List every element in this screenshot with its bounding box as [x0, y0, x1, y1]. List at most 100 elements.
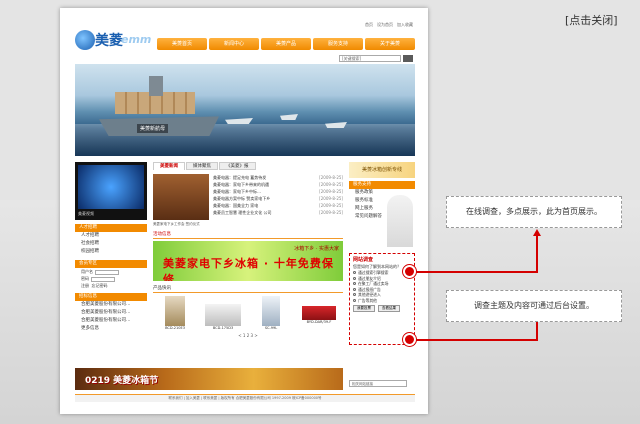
logo[interactable]: 美菱 emm — [75, 26, 155, 56]
login-links: 注册 忘记密码 — [75, 282, 147, 289]
news-row[interactable]: 美菱电器：国美全力 家电 [2009-8-25] — [213, 202, 343, 209]
nav-item-home[interactable]: 美菱首页 — [157, 38, 207, 50]
news-row[interactable]: 美菱电器方案中标 赞卖家电下乡 [2009-8-25] — [213, 195, 343, 202]
tab-paper[interactable]: 《美菱》报 — [219, 162, 256, 170]
top-links: 首页 设为首页 加入收藏 — [365, 22, 413, 28]
product-card[interactable]: SC-99L — [249, 296, 293, 331]
service-agent-image — [387, 195, 413, 247]
ad-text: 美菱家电下乡冰箱 · 十年免费保修 — [163, 257, 334, 281]
nav-item-about[interactable]: 关于美菱 — [365, 38, 415, 50]
list-item[interactable]: 合肥美菱股份有限公司… — [75, 317, 147, 325]
radio-icon — [353, 298, 356, 302]
website: 美菱 emm 首页 设为首页 加入收藏 美菱首页 新闻中心 美菱产品 服务支持 … — [73, 16, 415, 408]
news-row[interactable]: 美菱电器：家电下乡带来的机遇 [2009-8-25] — [213, 181, 343, 188]
radio-icon — [353, 287, 356, 291]
right-column: 美菱冰箱创新专线 服务支持 服务政策 服务标准 网上服务 常见问题解答 网站调查… — [349, 162, 415, 404]
news-row[interactable]: 美菱电器：提足充电 蓄势待发 [2009-8-25] — [213, 174, 343, 181]
arrow-up-icon — [533, 229, 541, 236]
callout-survey-settings: 调查主题及内容可通过后台设置。 — [446, 290, 622, 322]
video-screen — [78, 165, 144, 209]
password-field[interactable] — [91, 276, 115, 282]
bottom-banner[interactable]: 0219 美菱冰箱节 — [75, 368, 343, 390]
section-title-members: 会员专区 — [75, 260, 147, 268]
nav-item-news[interactable]: 新闻中心 — [209, 38, 259, 50]
product-image — [302, 306, 336, 320]
nav-item-products[interactable]: 美菱产品 — [261, 38, 311, 50]
banner-caption: 美菱新航母 — [137, 124, 169, 133]
activity-title: 活动信息 — [153, 231, 343, 239]
survey-buttons: 我要投票 查看结果 — [353, 305, 411, 312]
radio-icon — [353, 293, 356, 296]
news-block: 美菱电器：提足充电 蓄势待发 [2009-8-25] 美菱电器：家电下乡带来的机遇… — [153, 174, 343, 222]
search-button[interactable] — [403, 55, 413, 62]
radio-icon — [353, 271, 356, 274]
connector-line — [536, 236, 538, 273]
survey-title: 网站调查 — [353, 257, 374, 263]
logo-text-en: emm — [121, 33, 152, 46]
logo-text: 美菱 — [95, 33, 123, 49]
related-sites-select[interactable]: 相关网站链接 — [349, 380, 407, 387]
list-item[interactable]: 社会招聘 — [75, 240, 147, 248]
product-card[interactable]: BYD-DAR/39-F — [297, 296, 341, 331]
product-image — [165, 296, 185, 326]
tab-media[interactable]: 媒体聚焦 — [186, 162, 218, 170]
news-row[interactable]: 美菱员工智慧 理性企业文化 公司 [2009-8-25] — [213, 209, 343, 216]
username-label: 用户名 — [81, 269, 93, 274]
close-button[interactable]: [点击关闭] — [565, 12, 618, 28]
tab-news[interactable]: 美菱新闻 — [153, 162, 185, 170]
connector-line — [416, 271, 538, 273]
bottom-banner-text: 0219 美菱冰箱节 — [85, 376, 159, 386]
product-list: BCD-210E3 BCD-175D3 SC-99L BYD-DAR/39-F — [153, 296, 343, 331]
radio-icon — [353, 282, 356, 285]
top-link-bookmark[interactable]: 加入收藏 — [397, 22, 413, 28]
list-item[interactable]: 校园招聘 — [75, 248, 147, 256]
boat-shape — [280, 114, 298, 120]
boat-shape — [225, 118, 253, 124]
service-title: 服务支持 — [349, 181, 415, 189]
news-row[interactable]: 美菱电器：家电下乡中标… [2009-8-25] — [213, 188, 343, 195]
view-results-button[interactable]: 查看结果 — [378, 305, 400, 312]
logo-mark-icon — [75, 30, 95, 50]
fridge-banner[interactable]: 美菱冰箱创新专线 — [349, 162, 415, 178]
top-link-home[interactable]: 首页 — [365, 22, 373, 28]
survey-option[interactable]: 广告等其他 — [353, 298, 411, 304]
news-image-caption: 美菱家电下乡工作会 签约仪式 — [153, 222, 200, 226]
main-nav: 美菱首页 新闻中心 美菱产品 服务支持 关于美菱 — [157, 38, 415, 50]
search-input[interactable]: [关键搜索] — [339, 55, 401, 62]
section-title-jobs: 人才招聘 — [75, 224, 147, 232]
register-link[interactable]: 注册 — [81, 283, 89, 288]
product-card[interactable]: BCD-175D3 — [201, 296, 245, 331]
top-link-set-home[interactable]: 设为首页 — [377, 22, 393, 28]
hero-banner[interactable]: 美菱新航母 — [75, 64, 415, 156]
boat-shape — [325, 122, 347, 128]
connector-line — [416, 339, 538, 341]
login-username-row: 用户名 — [75, 268, 147, 275]
ad-banner[interactable]: 美菱家电下乡冰箱 · 十年免费保修 冰箱下乡 · 实惠大家 — [153, 241, 343, 281]
connector-line — [536, 320, 538, 341]
product-title: 产品快讯 — [153, 285, 343, 293]
video-player[interactable]: 美菱视频 — [75, 162, 147, 220]
service-list: 服务政策 服务标准 网上服务 常见问题解答 — [349, 189, 415, 251]
news-image[interactable] — [153, 174, 209, 220]
marker-dot — [403, 333, 416, 346]
list-item[interactable]: 合肥美菱股份有限公司… — [75, 309, 147, 317]
nav-item-service[interactable]: 服务支持 — [313, 38, 363, 50]
footer: 联系我们 | 加入美菱 | 联系美菱 | 版权所有 合肥美菱股份有限公司 199… — [75, 394, 415, 402]
list-item[interactable]: 合肥美菱股份有限公司… — [75, 301, 147, 309]
video-caption: 美菱视频 — [78, 211, 94, 216]
product-card[interactable]: BCD-210E3 — [153, 296, 197, 331]
section-title-bids: 招标信息 — [75, 293, 147, 301]
product-image — [205, 304, 241, 326]
more-link[interactable]: 更多信息 — [75, 325, 147, 333]
username-field[interactable] — [95, 269, 119, 275]
radio-icon — [353, 276, 356, 280]
carrier-tower — [149, 76, 163, 96]
news-list: 美菱电器：提足充电 蓄势待发 [2009-8-25] 美菱电器：家电下乡带来的机遇… — [209, 174, 343, 222]
forgot-password-link[interactable]: 忘记密码 — [92, 283, 108, 288]
product-pager[interactable]: < 1 2 3 > — [153, 333, 343, 338]
list-item[interactable]: 人才招聘 — [75, 232, 147, 240]
password-label: 密码 — [81, 276, 89, 281]
vote-button[interactable]: 我要投票 — [353, 305, 375, 312]
login-password-row: 密码 — [75, 275, 147, 282]
news-tabs: 美菱新闻 媒体聚焦 《美菱》报 — [153, 162, 343, 170]
